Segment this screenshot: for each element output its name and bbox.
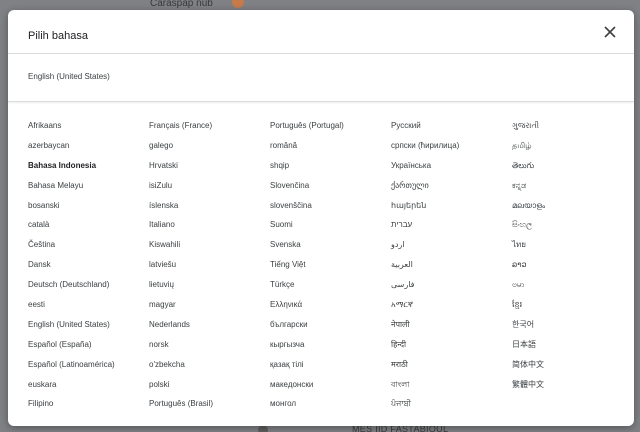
language-option[interactable]: Français (France)	[149, 120, 270, 140]
language-option[interactable]: македонски	[270, 379, 391, 399]
language-option[interactable]: தமிழ்	[512, 140, 633, 160]
language-option[interactable]: eesti	[28, 299, 149, 319]
language-option[interactable]: Español (Latinoamérica)	[28, 359, 149, 379]
current-language[interactable]: English (United States)	[28, 72, 110, 81]
language-option[interactable]: српски (ћирилица)	[391, 140, 512, 160]
language-option[interactable]: 繁體中文	[512, 379, 633, 399]
language-option[interactable]: հայերեն	[391, 200, 512, 220]
language-option[interactable]: Hrvatski	[149, 160, 270, 180]
language-option[interactable]: తెలుగు	[512, 160, 633, 180]
language-option[interactable]: Nederlands	[149, 319, 270, 339]
language-option[interactable]: Tiếng Việt	[270, 259, 391, 279]
language-option[interactable]: Filipino	[28, 398, 149, 418]
language-option[interactable]: galego	[149, 140, 270, 160]
close-icon	[604, 26, 616, 38]
language-option[interactable]: മലയാളം	[512, 200, 633, 220]
language-option[interactable]: ਪੰਜਾਬੀ	[391, 398, 512, 418]
language-option[interactable]: norsk	[149, 339, 270, 359]
language-option[interactable]: Kiswahili	[149, 239, 270, 259]
language-option[interactable]: नेपाली	[391, 319, 512, 339]
language-option[interactable]: Slovenčina	[270, 180, 391, 200]
language-option[interactable]: latviešu	[149, 259, 270, 279]
language-option[interactable]: አማርኛ	[391, 299, 512, 319]
language-option[interactable]: ქართული	[391, 180, 512, 200]
language-option[interactable]: català	[28, 219, 149, 239]
map-label-top: Caraspap nub	[150, 0, 213, 9]
language-option[interactable]: 日本語	[512, 339, 633, 359]
language-option[interactable]: lietuvių	[149, 279, 270, 299]
language-option[interactable]: ລາວ	[512, 259, 633, 279]
language-option[interactable]: Español (España)	[28, 339, 149, 359]
language-option[interactable]: 한국어	[512, 319, 633, 339]
language-option[interactable]: বাংলা	[391, 379, 512, 399]
language-option[interactable]: עברית	[391, 219, 512, 239]
language-option[interactable]: Українська	[391, 160, 512, 180]
language-option[interactable]: euskara	[28, 379, 149, 399]
dialog-header: Pilih bahasa	[8, 10, 634, 54]
language-option[interactable]: Dansk	[28, 259, 149, 279]
language-option[interactable]: ខ្មែរ	[512, 299, 633, 319]
map-marker-icon	[258, 425, 268, 432]
language-option[interactable]: Svenska	[270, 239, 391, 259]
language-option[interactable]: magyar	[149, 299, 270, 319]
language-option[interactable]: मराठी	[391, 359, 512, 379]
language-option[interactable]: isiZulu	[149, 180, 270, 200]
language-option[interactable]: кыргызча	[270, 339, 391, 359]
language-option[interactable]: සිංහල	[512, 219, 633, 239]
language-option[interactable]: Afrikaans	[28, 120, 149, 140]
language-option[interactable]: Português (Brasil)	[149, 398, 270, 418]
language-option[interactable]: shqip	[270, 160, 391, 180]
close-button[interactable]	[602, 24, 618, 40]
language-option[interactable]: English (United States)	[28, 319, 149, 339]
language-option[interactable]: فارسی	[391, 279, 512, 299]
language-option[interactable]: Português (Portugal)	[270, 120, 391, 140]
language-option[interactable]: اردو	[391, 239, 512, 259]
language-option[interactable]: Italiano	[149, 219, 270, 239]
language-option[interactable]: ဗမာ	[512, 279, 633, 299]
language-dialog: Pilih bahasa English (United States) Afr…	[8, 10, 634, 426]
language-option[interactable]: Bahasa Indonesia	[28, 160, 149, 180]
language-option[interactable]: български	[270, 319, 391, 339]
language-option[interactable]: ગુજરાતી	[512, 120, 633, 140]
language-option[interactable]: Türkçe	[270, 279, 391, 299]
language-option[interactable]: Ελληνικά	[270, 299, 391, 319]
language-option[interactable]: íslenska	[149, 200, 270, 220]
language-option[interactable]: bosanski	[28, 200, 149, 220]
language-option[interactable]: हिन्दी	[391, 339, 512, 359]
language-option[interactable]: Deutsch (Deutschland)	[28, 279, 149, 299]
language-option[interactable]: Suomi	[270, 219, 391, 239]
language-list: Afrikaans azerbaycan Bahasa Indonesia Bahas…	[28, 120, 633, 418]
language-option[interactable]: o'zbekcha	[149, 359, 270, 379]
language-option[interactable]: 简体中文	[512, 359, 633, 379]
language-option[interactable]: slovenščina	[270, 200, 391, 220]
language-option[interactable]: Русский	[391, 120, 512, 140]
language-option[interactable]: Čeština	[28, 239, 149, 259]
language-option[interactable]: română	[270, 140, 391, 160]
language-option[interactable]: polski	[149, 379, 270, 399]
language-option[interactable]: қазақ тілі	[270, 359, 391, 379]
language-option[interactable]: монгол	[270, 398, 391, 418]
language-option[interactable]: Bahasa Melayu	[28, 180, 149, 200]
language-option[interactable]: ಕನ್ನಡ	[512, 180, 633, 200]
language-option[interactable]: العربية	[391, 259, 512, 279]
language-option[interactable]: azerbaycan	[28, 140, 149, 160]
dialog-title: Pilih bahasa	[28, 30, 88, 42]
language-option[interactable]: ไทย	[512, 239, 633, 259]
